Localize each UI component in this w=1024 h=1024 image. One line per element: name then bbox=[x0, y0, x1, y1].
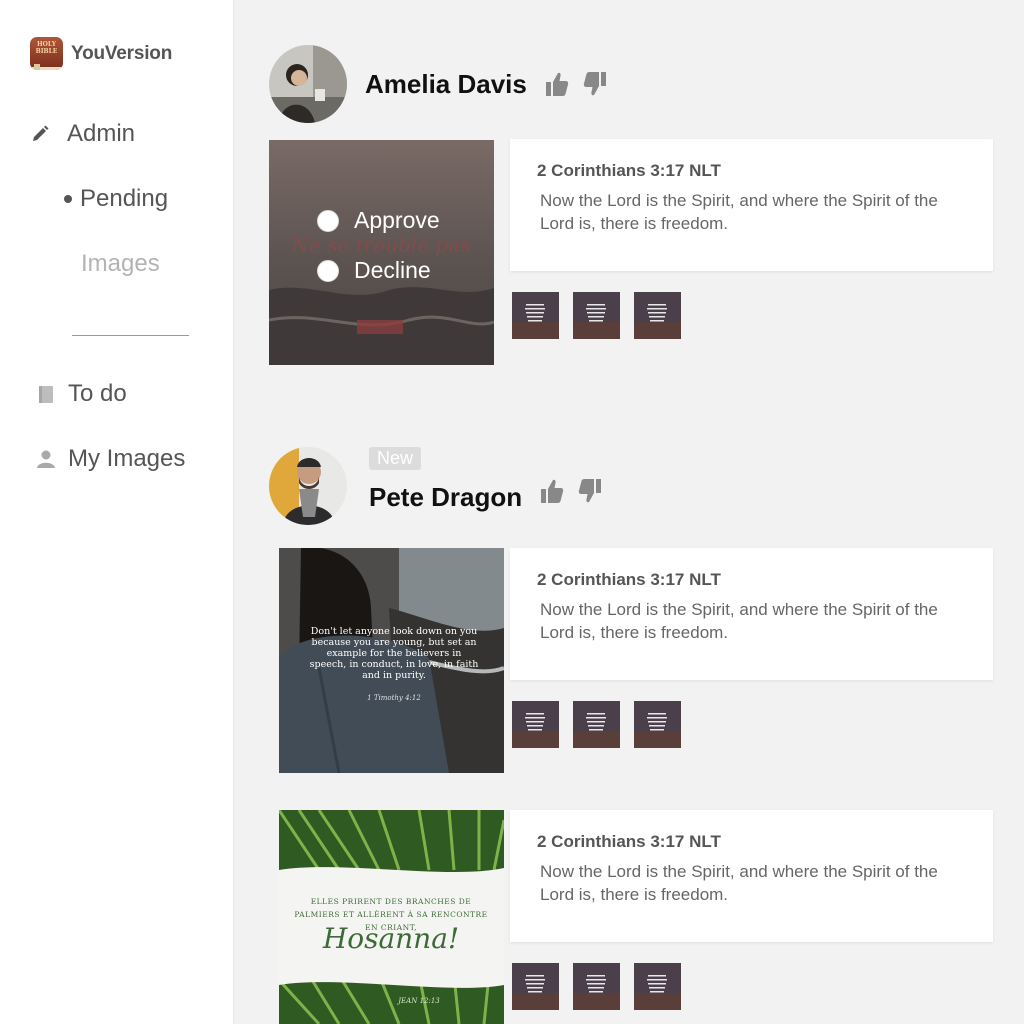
logo-text: HOLY BIBLE bbox=[35, 41, 58, 55]
avatar[interactable] bbox=[269, 447, 347, 525]
sidebar-divider bbox=[72, 335, 189, 336]
sidebar-item-my-images[interactable]: My Images bbox=[36, 445, 185, 473]
brand-name: YouVersion bbox=[71, 42, 173, 64]
approve-label: Approve bbox=[354, 207, 440, 233]
thumbnail[interactable] bbox=[512, 292, 559, 339]
person-icon bbox=[36, 449, 56, 469]
verse-card: 2 Corinthians 3:17 NLT Now the Lord is t… bbox=[510, 810, 993, 942]
user-name: Pete Dragon bbox=[369, 481, 523, 512]
sidebar-item-todo[interactable]: To do bbox=[36, 380, 127, 408]
decline-label: Decline bbox=[354, 257, 431, 283]
verse-card: 2 Corinthians 3:17 NLT Now the Lord is t… bbox=[510, 548, 993, 680]
approve-option[interactable]: Approve bbox=[317, 207, 440, 234]
thumbnail[interactable] bbox=[512, 701, 559, 748]
vote-controls bbox=[540, 478, 602, 504]
thumbnail-strip bbox=[512, 701, 681, 748]
pencil-icon bbox=[30, 124, 50, 144]
vote-controls bbox=[545, 71, 607, 97]
thumbnail[interactable] bbox=[573, 701, 620, 748]
thumbnail[interactable] bbox=[634, 963, 681, 1010]
sidebar-item-label: My Images bbox=[68, 445, 186, 472]
image-verse-text: Don't let anyone look down on you becaus… bbox=[309, 626, 479, 681]
image-verse-title: Hosanna! bbox=[322, 922, 460, 955]
submitted-image[interactable]: ELLES PRIRENT DES BRANCHES DE PALMIERS E… bbox=[279, 810, 504, 1024]
sidebar: HOLY BIBLE YouVersion Admin Pending Imag… bbox=[0, 0, 234, 1024]
verse-reference: 2 Corinthians 3:17 NLT bbox=[537, 832, 721, 851]
sidebar-item-label: Pending bbox=[80, 185, 169, 212]
verse-reference: 2 Corinthians 3:17 NLT bbox=[537, 570, 721, 589]
image-verse-ref: JEAN 12:13 bbox=[398, 997, 440, 1005]
sidebar-item-label: To do bbox=[68, 380, 127, 407]
thumbs-up-icon[interactable] bbox=[545, 71, 569, 97]
bullet-icon bbox=[64, 195, 72, 203]
sidebar-item-admin[interactable]: Admin bbox=[30, 120, 135, 148]
approve-radio[interactable] bbox=[317, 209, 339, 232]
decline-option[interactable]: Decline bbox=[317, 257, 431, 284]
submitted-image[interactable]: Don't let anyone look down on you becaus… bbox=[279, 548, 504, 773]
post-header: Pete Dragon bbox=[269, 447, 602, 525]
thumbnail-strip bbox=[512, 963, 681, 1010]
image-overlay-text: Ne se trouble pas bbox=[290, 233, 470, 257]
thumbnail[interactable] bbox=[634, 292, 681, 339]
thumbnail[interactable] bbox=[573, 292, 620, 339]
thumbs-down-icon[interactable] bbox=[578, 478, 602, 504]
verse-text: Now the Lord is the Spirit, and where th… bbox=[540, 191, 938, 233]
thumbnail-strip bbox=[512, 292, 681, 339]
sidebar-item-label: Images bbox=[81, 250, 160, 277]
sidebar-item-images[interactable]: Images bbox=[81, 250, 160, 278]
thumbnail[interactable] bbox=[573, 963, 620, 1010]
verse-card: 2 Corinthians 3:17 NLT Now the Lord is t… bbox=[510, 139, 993, 271]
thumbnail[interactable] bbox=[634, 701, 681, 748]
verse-text: Now the Lord is the Spirit, and where th… bbox=[540, 600, 938, 642]
thumbs-up-icon[interactable] bbox=[540, 478, 564, 504]
thumbs-down-icon[interactable] bbox=[583, 71, 607, 97]
image-verse-ref: 1 Timothy 4:12 bbox=[367, 694, 421, 702]
sidebar-item-pending[interactable]: Pending bbox=[64, 185, 168, 213]
verse-text: Now the Lord is the Spirit, and where th… bbox=[540, 862, 938, 904]
post-header: Amelia Davis bbox=[269, 45, 607, 123]
sidebar-item-label: Admin bbox=[67, 120, 136, 147]
bible-app-logo: HOLY BIBLE bbox=[30, 37, 63, 70]
verse-reference: 2 Corinthians 3:17 NLT bbox=[537, 161, 721, 180]
decline-radio[interactable] bbox=[317, 259, 339, 282]
brand[interactable]: HOLY BIBLE YouVersion bbox=[30, 37, 172, 70]
book-icon bbox=[36, 384, 56, 404]
thumbnail[interactable] bbox=[512, 963, 559, 1010]
avatar[interactable] bbox=[269, 45, 347, 123]
submitted-image[interactable]: Ne se trouble pas Approve Decline bbox=[269, 140, 494, 365]
user-name: Amelia Davis bbox=[365, 68, 527, 99]
